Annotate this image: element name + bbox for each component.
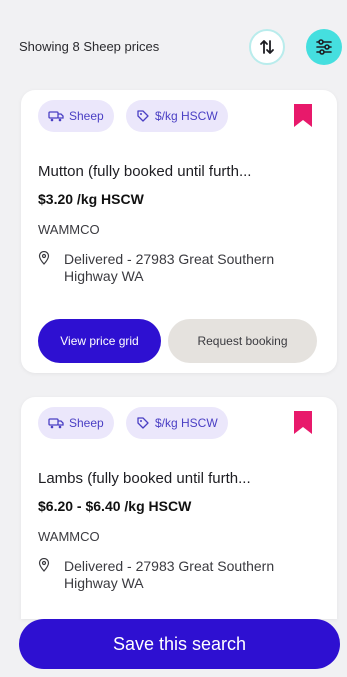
view-price-grid-button[interactable]: View price grid [38,319,161,363]
location-pin-icon [38,251,50,265]
request-booking-button[interactable]: Request booking [168,319,317,363]
results-count: Showing 8 Sheep prices [19,39,160,54]
listing-delivery: Delivered - 27983 Great Southern Highway… [38,558,328,592]
chip-label: $/kg HSCW [155,416,218,430]
bookmark-icon[interactable] [292,410,314,436]
tag-icon [137,110,149,122]
chip-label: Sheep [69,416,104,430]
listing-price: $3.20 /kg HSCW [38,191,144,207]
chip-label: Sheep [69,109,104,123]
chip-livestock-type: Sheep [38,100,114,132]
chip-label: $/kg HSCW [155,109,218,123]
bookmark-icon[interactable] [292,103,314,129]
listing-company: WAMMCO [38,222,100,237]
chip-price-unit: $/kg HSCW [126,100,228,132]
delivery-text: Delivered - 27983 Great Southern Highway… [64,558,275,591]
listing-company: WAMMCO [38,529,100,544]
save-search-button[interactable]: Save this search [19,619,340,669]
listing-title: Lambs (fully booked until furth... [38,470,251,487]
listing-delivery: Delivered - 27983 Great Southern Highway… [38,251,328,285]
listing-card[interactable]: Sheep $/kg HSCW Mutton (fully booked unt… [21,90,337,373]
listing-card[interactable]: Sheep $/kg HSCW Lambs (fully booked unti… [21,397,337,619]
tag-icon [137,417,149,429]
listing-title: Mutton (fully booked until furth... [38,163,252,180]
truck-icon [48,418,64,429]
chip-livestock-type: Sheep [38,407,114,439]
results-header: Showing 8 Sheep prices [0,0,347,88]
filter-button[interactable] [306,29,342,65]
chip-price-unit: $/kg HSCW [126,407,228,439]
listing-price: $6.20 - $6.40 /kg HSCW [38,498,192,514]
sort-button[interactable] [249,29,285,65]
delivery-text: Delivered - 27983 Great Southern Highway… [64,251,275,284]
sort-arrows-icon [260,40,274,54]
truck-icon [48,111,64,122]
location-pin-icon [38,558,50,572]
filter-sliders-icon [316,39,332,55]
